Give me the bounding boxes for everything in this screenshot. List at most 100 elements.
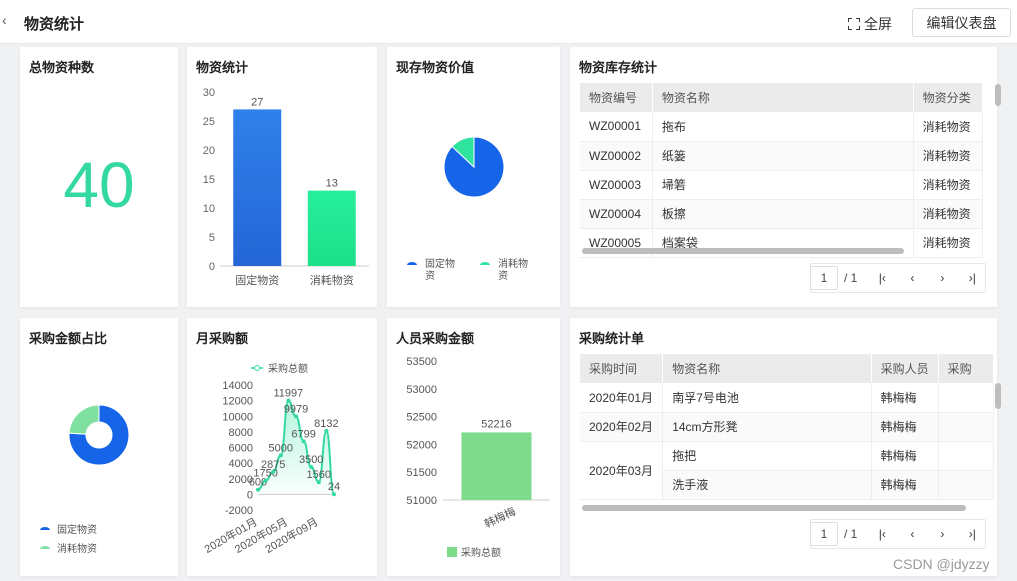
top-bar: ‹ 物资统计 全屏 编辑仪表盘 bbox=[0, 0, 1017, 44]
purchase-ratio-donut-chart: 固定物资消耗物资 bbox=[40, 404, 130, 555]
x-tick-label: 消耗物资 bbox=[310, 273, 354, 287]
y-tick-label: 14000 bbox=[222, 380, 253, 392]
data-label: 5000 bbox=[269, 442, 293, 454]
bar-value-label: 13 bbox=[326, 178, 338, 190]
prev-page-icon[interactable]: ‹ bbox=[897, 266, 927, 290]
table-cell bbox=[938, 383, 994, 413]
table-cell: WZ00004 bbox=[580, 199, 653, 229]
data-label: 8132 bbox=[314, 418, 338, 430]
data-label: 11997 bbox=[274, 388, 304, 400]
legend-label: 资 bbox=[498, 270, 508, 282]
next-page-icon[interactable]: › bbox=[927, 522, 957, 546]
y-tick-label: 20 bbox=[203, 145, 215, 157]
table-cell bbox=[938, 412, 994, 442]
x-tick-label: 固定物资 bbox=[235, 273, 279, 287]
first-page-icon[interactable]: |‹ bbox=[867, 522, 897, 546]
bar-value-label: 27 bbox=[251, 96, 263, 108]
page-number-input[interactable]: 1 bbox=[810, 522, 838, 546]
prev-page-icon[interactable]: ‹ bbox=[897, 522, 927, 546]
table-row[interactable]: WZ00001 拖布 消耗物资 bbox=[580, 112, 983, 142]
table-cell: 韩梅梅 bbox=[871, 470, 939, 500]
next-page-icon[interactable]: › bbox=[927, 266, 957, 290]
column-header[interactable]: 采购 bbox=[938, 354, 994, 383]
material-bar-chart: 0 5 10 15 20 25 30 27 固定物资 13 消耗物资 bbox=[203, 87, 369, 287]
page-total: / 1 bbox=[844, 271, 858, 285]
column-header[interactable]: 物资分类 bbox=[913, 83, 983, 112]
y-tick-label: 6000 bbox=[229, 443, 253, 455]
y-tick-label: 52000 bbox=[406, 439, 437, 451]
legend-icon bbox=[447, 547, 457, 557]
table-row[interactable]: WZ00004 板擦 消耗物资 bbox=[580, 199, 983, 229]
legend-label: 资 bbox=[425, 270, 435, 282]
purchase-vertical-scrollbar[interactable] bbox=[995, 383, 1001, 409]
data-label: 1560 bbox=[307, 469, 331, 481]
table-cell: WZ00001 bbox=[580, 112, 653, 142]
purchase-pager-controls: 1 / 1 |‹ ‹ › ›| bbox=[810, 522, 987, 546]
purchase-ratio-card: 采购金额占比 固定物资 消耗物资 bbox=[20, 318, 178, 576]
page-number-input[interactable]: 1 bbox=[810, 266, 838, 290]
bar bbox=[461, 432, 532, 500]
table-cell: 纸篓 bbox=[652, 141, 914, 171]
y-tick-label: 30 bbox=[203, 87, 215, 99]
y-tick-label: 51000 bbox=[406, 495, 437, 507]
inventory-horizontal-scrollbar[interactable] bbox=[582, 248, 904, 254]
y-tick-label: 12000 bbox=[222, 396, 253, 408]
column-header[interactable]: 采购时间 bbox=[580, 354, 664, 383]
table-cell: 板擦 bbox=[652, 199, 914, 229]
column-header[interactable]: 物资编号 bbox=[580, 83, 653, 112]
column-header[interactable]: 采购人员 bbox=[871, 354, 939, 383]
column-header[interactable]: 物资名称 bbox=[662, 354, 872, 383]
table-row[interactable]: 2020年01月 南孚7号电池 韩梅梅 bbox=[580, 383, 994, 413]
legend-icon bbox=[254, 365, 260, 371]
bar-value-label: 52216 bbox=[481, 418, 512, 430]
purchase-table: 采购时间 物资名称 采购人员 采购 2020年01月 南孚7号电池 韩梅梅 2020年02月… bbox=[580, 354, 994, 500]
y-tick-label: 4000 bbox=[229, 458, 253, 470]
table-cell: 消耗物资 bbox=[913, 112, 983, 142]
table-cell: 韩梅梅 bbox=[871, 412, 939, 442]
card-title: 采购统计单 bbox=[579, 331, 645, 346]
table-cell: 韩梅梅 bbox=[871, 441, 939, 471]
table-cell: 消耗物资 bbox=[913, 141, 983, 171]
edit-dashboard-button[interactable]: 编辑仪表盘 bbox=[912, 8, 1011, 37]
table-cell bbox=[938, 470, 994, 500]
y-tick-label: 10 bbox=[203, 203, 215, 215]
last-page-icon[interactable]: ›| bbox=[957, 522, 987, 546]
last-page-icon[interactable]: ›| bbox=[957, 266, 987, 290]
legend-label: 消耗物资 bbox=[57, 542, 97, 555]
y-tick-label: 10000 bbox=[222, 411, 253, 423]
table-row[interactable]: WZ00003 埽箬 消耗物资 bbox=[580, 170, 983, 200]
y-tick-label: -2000 bbox=[225, 505, 253, 517]
table-row[interactable]: WZ00002 纸篓 消耗物资 bbox=[580, 141, 983, 171]
total-types-value: 40 bbox=[63, 149, 135, 221]
y-tick-label: 53500 bbox=[406, 356, 437, 368]
first-page-icon[interactable]: |‹ bbox=[867, 266, 897, 290]
inventory-pager-controls: 1 / 1 |‹ ‹ › ›| bbox=[810, 266, 987, 290]
inventory-vertical-scrollbar[interactable] bbox=[995, 84, 1001, 106]
table-cell bbox=[938, 441, 994, 471]
legend-label: 固定物资 bbox=[57, 523, 97, 536]
table-cell: 拖把 bbox=[662, 441, 872, 471]
data-label: 6799 bbox=[291, 428, 315, 440]
legend-icon bbox=[40, 527, 50, 530]
purchase-horizontal-scrollbar[interactable] bbox=[582, 505, 966, 511]
data-label: 2875 bbox=[261, 459, 285, 471]
y-tick-label: 15 bbox=[203, 174, 215, 186]
material-value-card: 现存物资价值 固定物资消耗物资 bbox=[387, 47, 560, 307]
y-tick-label: 51500 bbox=[406, 467, 437, 479]
chevron-left-icon[interactable]: ‹ bbox=[2, 12, 7, 28]
person-purchase-bar-chart: 51000 51500 52000 52500 53000 53500 52216 韩梅梅采购… bbox=[406, 356, 550, 559]
person-purchase-card: 人员采购金额 51000 51500 52000 52500 53000 53500 522… bbox=[387, 318, 560, 576]
table-row[interactable]: 2020年03月 拖把 韩梅梅 bbox=[580, 441, 994, 500]
data-label: 3500 bbox=[299, 454, 323, 466]
y-tick-label: 0 bbox=[247, 489, 253, 501]
page-total: / 1 bbox=[844, 527, 858, 541]
y-tick-label: 5 bbox=[209, 232, 215, 244]
table-cell: 洗手液 bbox=[662, 470, 872, 500]
table-row[interactable]: 2020年02月 14cm方形凳 韩梅梅 bbox=[580, 412, 994, 442]
table-cell: 消耗物资 bbox=[913, 170, 983, 200]
table-cell: 2020年03月 bbox=[580, 441, 664, 500]
column-header[interactable]: 物资名称 bbox=[652, 83, 914, 112]
material-value-pie-chart: 固定物资消耗物资 bbox=[407, 136, 528, 282]
fullscreen-button[interactable]: 全屏 bbox=[848, 14, 892, 34]
fullscreen-icon bbox=[848, 18, 860, 30]
